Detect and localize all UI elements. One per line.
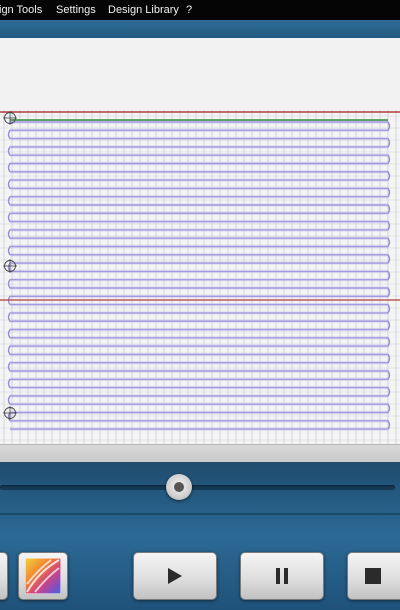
stitch-row: [10, 286, 388, 290]
stitch-row: [10, 419, 388, 423]
stitch-row: [10, 178, 388, 182]
stitch-row: [10, 269, 388, 274]
back-button[interactable]: [0, 552, 8, 600]
arrow-icon: [0, 569, 2, 583]
pause-icon: [275, 568, 289, 584]
stitch-row: [10, 203, 388, 207]
pause-button[interactable]: [240, 552, 324, 600]
stitch-row: [10, 427, 388, 431]
stitch-row: [10, 369, 388, 373]
stitch-row: [10, 394, 388, 398]
stitch-row: [10, 402, 388, 406]
stitch-row: [10, 302, 388, 307]
color-palette-icon: [25, 558, 61, 594]
stitch-row: [10, 186, 388, 191]
play-icon: [167, 567, 183, 585]
stitch-row: [10, 294, 388, 299]
stop-button[interactable]: [347, 552, 400, 600]
stitch-row: [10, 352, 388, 357]
menu-item-settings[interactable]: Settings: [56, 0, 96, 20]
stitch-row: [10, 236, 388, 240]
stitch-row: [10, 385, 388, 390]
stitch-row: [10, 261, 388, 265]
menu-item-design-library[interactable]: Design Library: [108, 0, 179, 20]
stitch-row: [10, 410, 388, 415]
stop-icon: [365, 568, 381, 584]
stitch-row: [10, 336, 388, 340]
pattern-color-button[interactable]: [18, 552, 68, 600]
stitch-row: [10, 377, 388, 382]
stitch-row: [10, 344, 388, 348]
stitch-row: [10, 145, 388, 149]
stitch-row: [10, 277, 388, 282]
controls-divider: [0, 513, 400, 515]
stitch-row: [10, 170, 388, 174]
stitch-canvas[interactable]: [0, 110, 400, 444]
menu-item-design-tools[interactable]: ign Tools: [0, 0, 42, 20]
stitch-row: [10, 136, 388, 141]
stitch-row: [10, 211, 388, 216]
stitch-row: [10, 311, 388, 315]
menu-bar: ign Tools Settings Design Library ?: [0, 0, 400, 20]
stitch-row: [10, 244, 388, 249]
canvas-grid: [0, 110, 400, 444]
menu-item-help[interactable]: ?: [186, 0, 192, 20]
stitch-row: [10, 360, 388, 365]
stitch-row: [10, 128, 388, 133]
stitch-row: [10, 161, 388, 166]
canvas-status-strip: [0, 444, 400, 463]
stitch-row: [10, 327, 388, 332]
stitch-path: [7, 121, 391, 430]
stitch-row: [10, 194, 388, 199]
stitch-row: [10, 153, 388, 157]
stitch-row: [10, 319, 388, 323]
play-button[interactable]: [133, 552, 217, 600]
stitch-row: [10, 228, 388, 232]
stitch-row: [10, 219, 388, 224]
header-band: [0, 20, 400, 38]
preview-panel: [0, 38, 400, 110]
progress-slider-track[interactable]: [0, 485, 395, 490]
progress-slider-thumb[interactable]: [166, 474, 192, 500]
stitch-row: [10, 253, 388, 257]
